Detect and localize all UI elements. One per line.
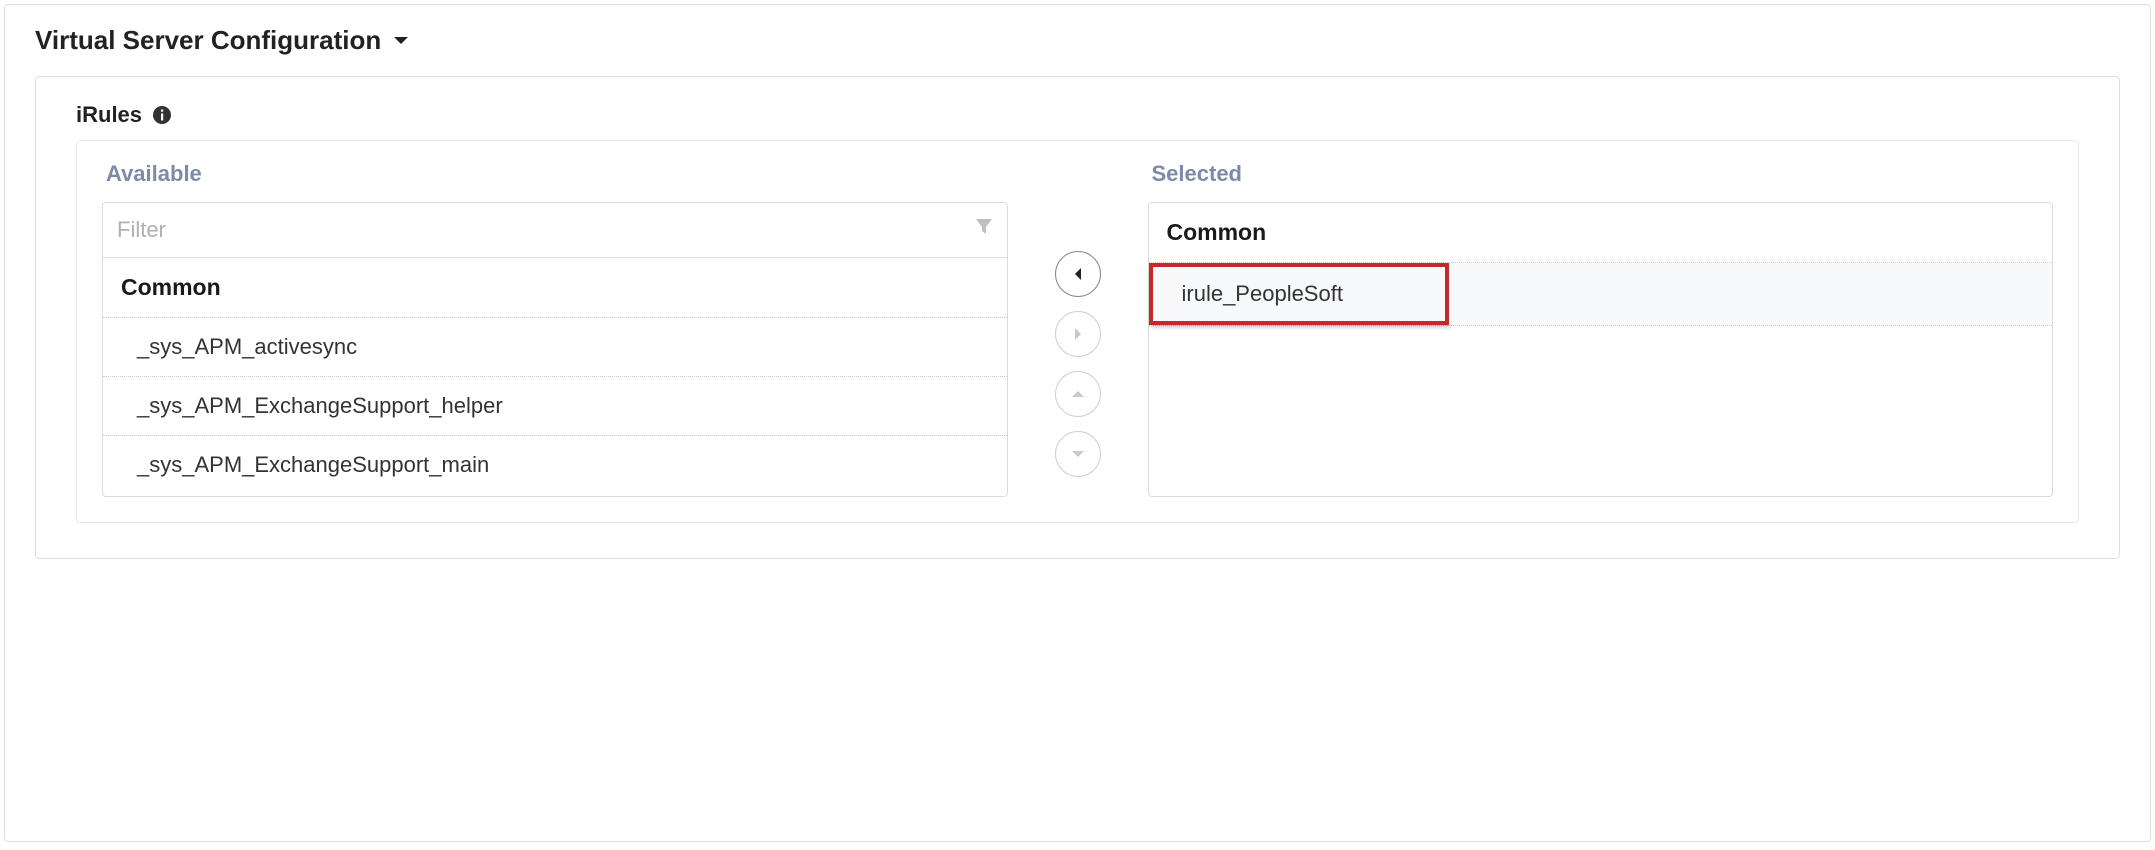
section-title: Virtual Server Configuration xyxy=(35,25,381,56)
irules-dual-list: Available Common _sys_APM_activesync _sy… xyxy=(76,140,2079,523)
list-item[interactable]: _sys_APM_ExchangeSupport_helper xyxy=(103,377,1007,436)
selected-group-header: Common xyxy=(1149,203,2053,262)
move-down-button[interactable] xyxy=(1055,431,1101,477)
transfer-buttons xyxy=(1008,161,1148,491)
section-toggle[interactable]: Virtual Server Configuration xyxy=(35,25,2120,56)
selected-header: Selected xyxy=(1152,161,2054,187)
selected-column: Selected Common irule_PeopleSoft xyxy=(1148,161,2054,497)
move-right-button[interactable] xyxy=(1055,311,1101,357)
move-up-button[interactable] xyxy=(1055,371,1101,417)
available-header: Available xyxy=(106,161,1008,187)
filter-input[interactable] xyxy=(103,203,1007,257)
caret-down-icon xyxy=(393,36,409,46)
list-item[interactable]: irule_PeopleSoft xyxy=(1149,263,1449,325)
selected-listbox: Common irule_PeopleSoft xyxy=(1148,202,2054,497)
list-row-filler xyxy=(1449,263,2053,325)
move-left-button[interactable] xyxy=(1055,251,1101,297)
available-listbox: Common _sys_APM_activesync _sys_APM_Exch… xyxy=(102,202,1008,497)
list-item[interactable]: _sys_APM_ExchangeSupport_main xyxy=(103,436,1007,494)
irules-label: iRules xyxy=(76,102,142,128)
available-group-header: Common xyxy=(103,258,1007,318)
info-icon[interactable] xyxy=(152,105,172,125)
list-item[interactable]: _sys_APM_activesync xyxy=(103,318,1007,377)
filter-icon xyxy=(975,218,993,242)
available-column: Available Common _sys_APM_activesync _sy… xyxy=(102,161,1008,497)
config-panel: iRules Available xyxy=(35,76,2120,559)
